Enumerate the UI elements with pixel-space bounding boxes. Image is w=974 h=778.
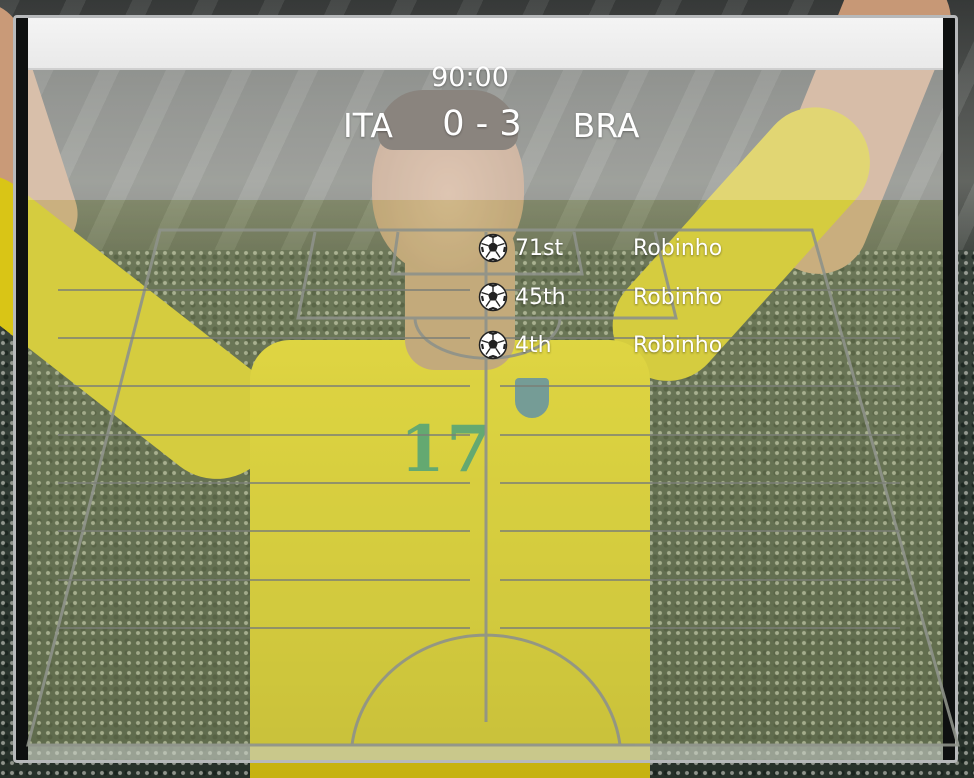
soccer-ball-icon xyxy=(478,233,508,263)
goal-minute: 71st xyxy=(515,236,564,261)
goal-event: 71st Robinho xyxy=(478,233,778,282)
goal-minute: 4th xyxy=(515,333,552,358)
goal-event: 45th Robinho xyxy=(478,282,778,331)
goal-scorer: Robinho xyxy=(633,284,723,310)
final-score: 0 - 3 xyxy=(442,104,522,144)
goal-scorer: Robinho xyxy=(633,236,723,261)
match-clock: 90:00 xyxy=(431,62,509,93)
goal-list: 71st Robinho 45th Robinho 4th Robinho xyxy=(478,233,778,379)
away-team-code: BRA xyxy=(572,106,640,145)
goal-scorer: Robinho xyxy=(633,333,723,358)
soccer-ball-icon xyxy=(478,330,508,360)
goal-minute: 45th xyxy=(515,284,566,310)
goal-event: 4th Robinho xyxy=(478,330,778,379)
soccer-ball-icon xyxy=(478,282,508,311)
home-team-code: ITA xyxy=(343,106,393,145)
